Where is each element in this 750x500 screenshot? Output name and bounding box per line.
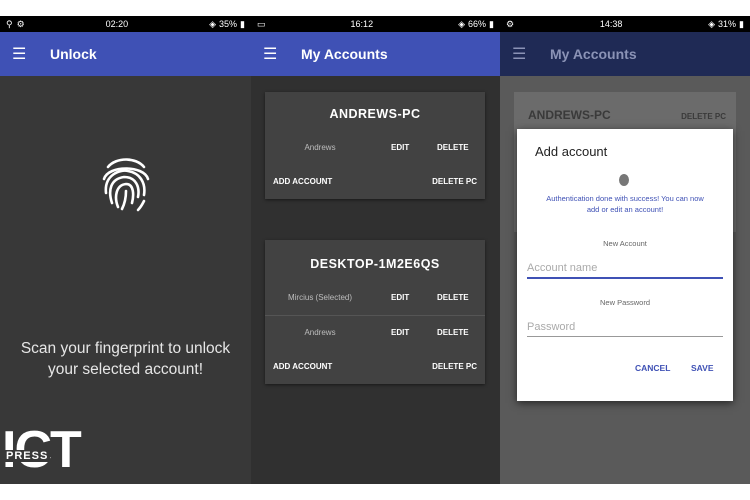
cancel-button[interactable]: CANCEL [635, 363, 670, 373]
status-time: 02:20 [105, 19, 129, 29]
battery-level: 31% [718, 19, 737, 29]
battery-level: 66% [468, 19, 487, 29]
status-time: 16:12 [350, 19, 374, 29]
status-time: 14:38 [599, 19, 623, 29]
account-row: Andrews EDIT DELETE [265, 316, 485, 350]
wifi-icon: ◈ [458, 18, 466, 29]
battery-icon: ▮ [739, 18, 744, 29]
battery-level: 35% [219, 19, 238, 29]
card-actions: ADD ACCOUNT DELETE PC [265, 350, 485, 384]
hamburger-menu-icon[interactable]: ☰ [12, 44, 42, 64]
account-name: Andrews [304, 328, 336, 337]
auth-success-message: Authentication done with success! You ca… [521, 193, 729, 215]
app-bar: ☰ Unlock [0, 32, 251, 76]
pc-card-andrews: ANDREWS-PC Andrews EDIT DELETE ADD ACCOU… [265, 92, 485, 199]
delete-button[interactable]: DELETE [437, 143, 469, 152]
pc-name: ANDREWS-PC [329, 107, 421, 121]
settings-icon: ⚙ [506, 18, 515, 29]
status-bar: ⚲ ⚙ 02:20 ◈ 35% ▮ [0, 16, 251, 32]
password-input[interactable] [527, 318, 723, 337]
settings-icon: ⚙ [16, 18, 25, 29]
edit-button[interactable]: EDIT [391, 293, 409, 302]
battery-icon: ▮ [240, 18, 245, 29]
unlock-screen: ⚲ ⚙ 02:20 ◈ 35% ▮ ☰ Unlock Scan your finger… [0, 16, 251, 484]
delete-pc-button[interactable]: DELETE PC [432, 177, 477, 186]
save-button[interactable]: SAVE [691, 363, 714, 373]
unlock-message: Scan your fingerprint to unlock your sel… [0, 338, 251, 380]
pc-card-desktop: DESKTOP-1M2E6QS Mircius (Selected) EDIT … [265, 240, 485, 384]
wifi-icon: ◈ [209, 18, 217, 29]
account-row: Andrews EDIT DELETE [265, 131, 485, 165]
app-bar: ☰ My Accounts [251, 32, 500, 76]
app-bar: ☰ My Accounts [500, 32, 750, 76]
status-bar: ⚙ 14:38 ◈ 31% ▮ [500, 16, 750, 32]
account-name: Andrews [304, 143, 336, 152]
delete-button[interactable]: DELETE [437, 293, 469, 302]
hamburger-menu-icon[interactable]: ☰ [263, 44, 293, 64]
card-actions: ADD ACCOUNT DELETE PC [265, 165, 485, 199]
ict-press-logo: ICT PRESS [0, 422, 90, 484]
signal-icon: ⚲ [6, 18, 13, 29]
pc-name: DESKTOP-1M2E6QS [310, 257, 440, 271]
add-account-screen: ⚙ 14:38 ◈ 31% ▮ ☰ My Accounts ANDREWS-PC D… [500, 16, 750, 484]
pc-name: ANDREWS-PC [528, 108, 611, 122]
page-title: Unlock [50, 46, 97, 62]
accounts-screen: ▭ 16:12 ◈ 66% ▮ ☰ My Accounts ANDREWS-PC A… [251, 16, 500, 484]
new-account-label: New Account [603, 239, 647, 248]
fingerprint-icon [619, 174, 629, 186]
battery-icon: ▮ [489, 18, 494, 29]
auth-message-line2: add or edit an account! [586, 205, 664, 214]
delete-button[interactable]: DELETE [437, 328, 469, 337]
unlock-message-line1: Scan your fingerprint to unlock [20, 340, 231, 357]
status-bar: ▭ 16:12 ◈ 66% ▮ [251, 16, 500, 32]
add-account-button[interactable]: ADD ACCOUNT [273, 362, 332, 371]
hamburger-menu-icon: ☰ [512, 46, 527, 63]
edit-button[interactable]: EDIT [391, 143, 409, 152]
unlock-message-line2: your selected account! [47, 361, 204, 378]
delete-pc-button: DELETE PC [681, 112, 726, 121]
wifi-icon: ◈ [708, 18, 716, 29]
dialog-title: Add account [535, 144, 608, 159]
add-account-dialog: Add account Authentication done with suc… [517, 129, 733, 401]
account-name-input[interactable] [527, 259, 723, 279]
fingerprint-icon[interactable] [98, 153, 154, 213]
add-account-button[interactable]: ADD ACCOUNT [273, 177, 332, 186]
account-name: Mircius (Selected) [287, 293, 352, 302]
delete-pc-button[interactable]: DELETE PC [432, 362, 477, 371]
page-title: My Accounts [301, 46, 388, 62]
new-password-label: New Password [599, 298, 651, 307]
edit-button[interactable]: EDIT [391, 328, 409, 337]
screen-icon: ▭ [257, 18, 266, 29]
auth-message-line1: Authentication done with success! You ca… [546, 194, 704, 203]
logo-press-text: PRESS [4, 450, 51, 462]
page-title: My Accounts [550, 46, 637, 62]
account-row: Mircius (Selected) EDIT DELETE [265, 281, 485, 315]
